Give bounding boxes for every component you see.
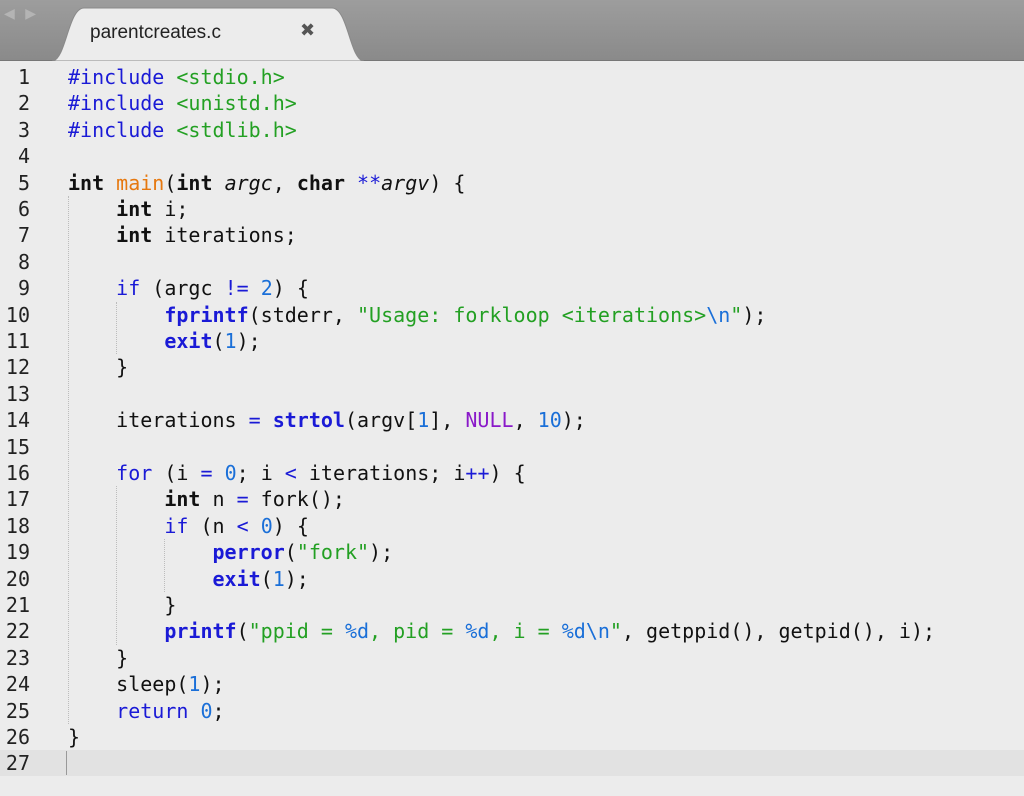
- code-line[interactable]: return 0;: [68, 698, 225, 724]
- code-line[interactable]: exit(1);: [68, 328, 261, 354]
- code-editor[interactable]: 1234567891011121314151617181920212223242…: [0, 61, 1024, 796]
- tab-bar: ◀ ▶ parentcreates.c ✖: [0, 0, 1024, 61]
- code-line[interactable]: for (i = 0; i < iterations; i++) {: [68, 460, 526, 486]
- nav-arrows-icon[interactable]: ◀ ▶: [4, 6, 39, 22]
- tab-parentcreates[interactable]: parentcreates.c ✖: [52, 6, 364, 61]
- indent-guide: [164, 539, 165, 592]
- code-line[interactable]: }: [68, 354, 128, 380]
- close-icon[interactable]: ✖: [300, 20, 315, 41]
- code-line[interactable]: }: [68, 645, 128, 671]
- code-line[interactable]: sleep(1);: [68, 671, 225, 697]
- code-line[interactable]: if (argc != 2) {: [68, 275, 309, 301]
- code-line[interactable]: }: [68, 592, 176, 618]
- indent-guide: [116, 486, 117, 644]
- text-cursor: [66, 751, 67, 775]
- code-line[interactable]: int iterations;: [68, 222, 297, 248]
- code-line[interactable]: #include <stdio.h>: [68, 64, 285, 90]
- code-line[interactable]: int n = fork();: [68, 486, 345, 512]
- code-line[interactable]: printf("ppid = %d, pid = %d, i = %d\n", …: [68, 618, 935, 644]
- tab-title: parentcreates.c: [90, 22, 221, 44]
- code-line[interactable]: if (n < 0) {: [68, 513, 309, 539]
- code-line[interactable]: exit(1);: [68, 566, 309, 592]
- code-line[interactable]: }: [68, 724, 80, 750]
- code-line[interactable]: int main(int argc, char **argv) {: [68, 170, 465, 196]
- code-area[interactable]: #include <stdio.h>#include <unistd.h>#in…: [0, 61, 1024, 796]
- code-line[interactable]: int i;: [68, 196, 188, 222]
- indent-guide: [116, 302, 117, 355]
- code-line[interactable]: #include <unistd.h>: [68, 90, 297, 116]
- code-line[interactable]: iterations = strtol(argv[1], NULL, 10);: [68, 407, 586, 433]
- code-line[interactable]: #include <stdlib.h>: [68, 117, 297, 143]
- code-line[interactable]: fprintf(stderr, "Usage: forkloop <iterat…: [68, 302, 766, 328]
- indent-guide: [68, 196, 69, 724]
